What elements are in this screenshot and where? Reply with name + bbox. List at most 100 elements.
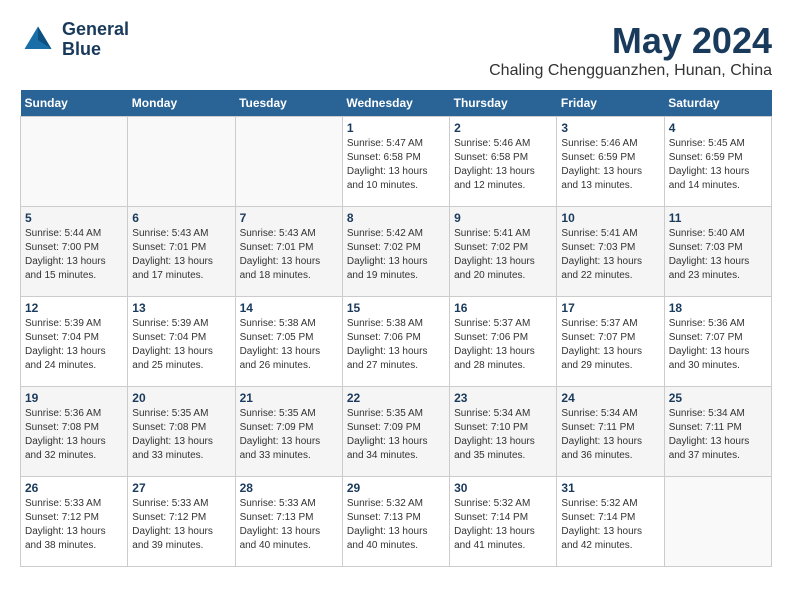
calendar-cell: 18Sunrise: 5:36 AM Sunset: 7:07 PM Dayli… bbox=[664, 297, 771, 387]
calendar-cell: 15 Sunrise: 5:38 AM Sunset: 7:06 PM Dayli… bbox=[342, 297, 449, 387]
week-row-4: 19 Sunrise: 5:36 AM Sunset: 7:08 PM Dayli… bbox=[21, 387, 772, 477]
calendar-cell bbox=[128, 117, 235, 207]
weekday-header-friday: Friday bbox=[557, 90, 664, 117]
day-info: Sunrise: 5:35 AM Sunset: 7:09 PM Dayligh… bbox=[347, 407, 445, 463]
calendar-cell: 22 Sunrise: 5:35 AM Sunset: 7:09 PM Dayli… bbox=[342, 387, 449, 477]
calendar-cell: 30Sunrise: 5:32 AM Sunset: 7:14 PM Dayli… bbox=[450, 477, 557, 567]
weekday-header-thursday: Thursday bbox=[450, 90, 557, 117]
calendar-cell: 5 Sunrise: 5:44 AM Sunset: 7:00 PM Daylig… bbox=[21, 207, 128, 297]
day-number: 2 bbox=[454, 121, 552, 135]
day-number: 25 bbox=[669, 391, 767, 405]
day-info: Sunrise: 5:42 AM Sunset: 7:02 PM Dayligh… bbox=[347, 227, 445, 283]
day-number: 27 bbox=[132, 481, 230, 495]
day-number: 23 bbox=[454, 391, 552, 405]
calendar-cell: 11 Sunrise: 5:40 AM Sunset: 7:03 PM Dayli… bbox=[664, 207, 771, 297]
calendar-cell: 24 Sunrise: 5:34 AM Sunset: 7:11 PM Dayli… bbox=[557, 387, 664, 477]
day-number: 26 bbox=[25, 481, 123, 495]
calendar-cell: 9 Sunrise: 5:41 AM Sunset: 7:02 PM Daylig… bbox=[450, 207, 557, 297]
day-number: 3 bbox=[561, 121, 659, 135]
day-number: 12 bbox=[25, 301, 123, 315]
day-number: 21 bbox=[240, 391, 338, 405]
day-number: 20 bbox=[132, 391, 230, 405]
weekday-header-row: SundayMondayTuesdayWednesdayThursdayFrid… bbox=[21, 90, 772, 117]
day-info: Sunrise: 5:35 AM Sunset: 7:08 PM Dayligh… bbox=[132, 407, 230, 463]
day-number: 16 bbox=[454, 301, 552, 315]
weekday-header-tuesday: Tuesday bbox=[235, 90, 342, 117]
day-number: 22 bbox=[347, 391, 445, 405]
calendar-cell: 1Sunrise: 5:47 AM Sunset: 6:58 PM Daylig… bbox=[342, 117, 449, 207]
day-number: 10 bbox=[561, 211, 659, 225]
calendar-cell: 31 Sunrise: 5:32 AM Sunset: 7:14 PM Dayli… bbox=[557, 477, 664, 567]
day-info: Sunrise: 5:34 AM Sunset: 7:11 PM Dayligh… bbox=[669, 407, 767, 463]
day-number: 13 bbox=[132, 301, 230, 315]
logo-text: General Blue bbox=[62, 20, 129, 60]
calendar-cell: 28 Sunrise: 5:33 AM Sunset: 7:13 PM Dayli… bbox=[235, 477, 342, 567]
day-number: 15 bbox=[347, 301, 445, 315]
calendar-cell: 20 Sunrise: 5:35 AM Sunset: 7:08 PM Dayli… bbox=[128, 387, 235, 477]
weekday-header-saturday: Saturday bbox=[664, 90, 771, 117]
day-info: Sunrise: 5:43 AM Sunset: 7:01 PM Dayligh… bbox=[240, 227, 338, 283]
day-info: Sunrise: 5:32 AM Sunset: 7:14 PM Dayligh… bbox=[561, 497, 659, 553]
day-info: Sunrise: 5:43 AM Sunset: 7:01 PM Dayligh… bbox=[132, 227, 230, 283]
day-number: 17 bbox=[561, 301, 659, 315]
day-info: Sunrise: 5:41 AM Sunset: 7:02 PM Dayligh… bbox=[454, 227, 552, 283]
calendar-cell: 2Sunrise: 5:46 AM Sunset: 6:58 PM Daylig… bbox=[450, 117, 557, 207]
logo: General Blue bbox=[20, 20, 129, 60]
day-info: Sunrise: 5:40 AM Sunset: 7:03 PM Dayligh… bbox=[669, 227, 767, 283]
day-info: Sunrise: 5:38 AM Sunset: 7:05 PM Dayligh… bbox=[240, 317, 338, 373]
calendar-cell: 10 Sunrise: 5:41 AM Sunset: 7:03 PM Dayli… bbox=[557, 207, 664, 297]
day-number: 6 bbox=[132, 211, 230, 225]
day-info: Sunrise: 5:35 AM Sunset: 7:09 PM Dayligh… bbox=[240, 407, 338, 463]
day-number: 18 bbox=[669, 301, 767, 315]
day-number: 28 bbox=[240, 481, 338, 495]
calendar-cell: 12Sunrise: 5:39 AM Sunset: 7:04 PM Dayli… bbox=[21, 297, 128, 387]
calendar-cell: 14 Sunrise: 5:38 AM Sunset: 7:05 PM Dayli… bbox=[235, 297, 342, 387]
calendar-cell: 23 Sunrise: 5:34 AM Sunset: 7:10 PM Dayli… bbox=[450, 387, 557, 477]
day-number: 7 bbox=[240, 211, 338, 225]
day-number: 9 bbox=[454, 211, 552, 225]
day-number: 4 bbox=[669, 121, 767, 135]
weekday-header-wednesday: Wednesday bbox=[342, 90, 449, 117]
day-info: Sunrise: 5:44 AM Sunset: 7:00 PM Dayligh… bbox=[25, 227, 123, 283]
day-info: Sunrise: 5:38 AM Sunset: 7:06 PM Dayligh… bbox=[347, 317, 445, 373]
calendar-cell: 25 Sunrise: 5:34 AM Sunset: 7:11 PM Dayli… bbox=[664, 387, 771, 477]
day-info: Sunrise: 5:41 AM Sunset: 7:03 PM Dayligh… bbox=[561, 227, 659, 283]
calendar-cell: 17 Sunrise: 5:37 AM Sunset: 7:07 PM Dayli… bbox=[557, 297, 664, 387]
calendar-cell: 7 Sunrise: 5:43 AM Sunset: 7:01 PM Daylig… bbox=[235, 207, 342, 297]
day-number: 31 bbox=[561, 481, 659, 495]
day-number: 8 bbox=[347, 211, 445, 225]
day-info: Sunrise: 5:36 AM Sunset: 7:08 PM Dayligh… bbox=[25, 407, 123, 463]
day-info: Sunrise: 5:37 AM Sunset: 7:07 PM Dayligh… bbox=[561, 317, 659, 373]
day-info: Sunrise: 5:34 AM Sunset: 7:10 PM Dayligh… bbox=[454, 407, 552, 463]
calendar-cell: 4 Sunrise: 5:45 AM Sunset: 6:59 PM Daylig… bbox=[664, 117, 771, 207]
calendar-cell: 16 Sunrise: 5:37 AM Sunset: 7:06 PM Dayli… bbox=[450, 297, 557, 387]
week-row-5: 26 Sunrise: 5:33 AM Sunset: 7:12 PM Dayli… bbox=[21, 477, 772, 567]
calendar-cell bbox=[21, 117, 128, 207]
day-info: Sunrise: 5:37 AM Sunset: 7:06 PM Dayligh… bbox=[454, 317, 552, 373]
day-info: Sunrise: 5:45 AM Sunset: 6:59 PM Dayligh… bbox=[669, 137, 767, 193]
day-number: 24 bbox=[561, 391, 659, 405]
calendar-cell: 19 Sunrise: 5:36 AM Sunset: 7:08 PM Dayli… bbox=[21, 387, 128, 477]
calendar-cell bbox=[235, 117, 342, 207]
day-info: Sunrise: 5:46 AM Sunset: 6:59 PM Dayligh… bbox=[561, 137, 659, 193]
weekday-header-monday: Monday bbox=[128, 90, 235, 117]
calendar-cell: 6 Sunrise: 5:43 AM Sunset: 7:01 PM Daylig… bbox=[128, 207, 235, 297]
calendar-cell: 21 Sunrise: 5:35 AM Sunset: 7:09 PM Dayli… bbox=[235, 387, 342, 477]
week-row-1: 1Sunrise: 5:47 AM Sunset: 6:58 PM Daylig… bbox=[21, 117, 772, 207]
calendar-cell: 3 Sunrise: 5:46 AM Sunset: 6:59 PM Daylig… bbox=[557, 117, 664, 207]
day-number: 19 bbox=[25, 391, 123, 405]
logo-icon bbox=[20, 22, 56, 58]
day-number: 11 bbox=[669, 211, 767, 225]
calendar-table: SundayMondayTuesdayWednesdayThursdayFrid… bbox=[20, 90, 772, 567]
month-title: May 2024 bbox=[489, 20, 772, 62]
calendar-cell: 26Sunrise: 5:33 AM Sunset: 7:12 PM Dayli… bbox=[21, 477, 128, 567]
day-number: 14 bbox=[240, 301, 338, 315]
day-number: 5 bbox=[25, 211, 123, 225]
day-info: Sunrise: 5:33 AM Sunset: 7:12 PM Dayligh… bbox=[132, 497, 230, 553]
day-info: Sunrise: 5:33 AM Sunset: 7:13 PM Dayligh… bbox=[240, 497, 338, 553]
day-info: Sunrise: 5:47 AM Sunset: 6:58 PM Dayligh… bbox=[347, 137, 445, 193]
calendar-cell: 8 Sunrise: 5:42 AM Sunset: 7:02 PM Daylig… bbox=[342, 207, 449, 297]
calendar-cell bbox=[664, 477, 771, 567]
calendar-cell: 29Sunrise: 5:32 AM Sunset: 7:13 PM Dayli… bbox=[342, 477, 449, 567]
day-info: Sunrise: 5:34 AM Sunset: 7:11 PM Dayligh… bbox=[561, 407, 659, 463]
